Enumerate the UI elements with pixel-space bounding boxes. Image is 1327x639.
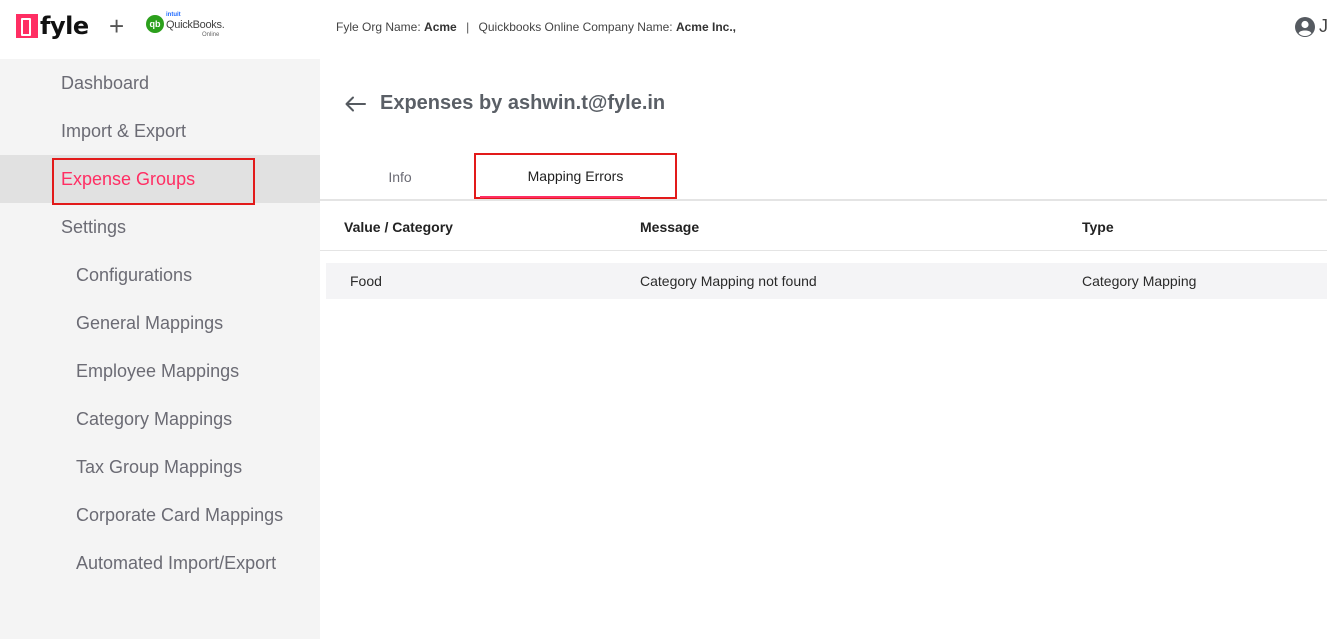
top-header: fyle + qb intuit QuickBooks. Online Fyle… — [0, 0, 1327, 56]
fyle-logo-mark-icon — [16, 14, 38, 38]
tab-mapping-errors[interactable]: Mapping Errors — [474, 153, 677, 199]
tab-label: Info — [388, 169, 412, 185]
quickbooks-logo: qb intuit QuickBooks. Online — [146, 12, 226, 40]
page-title: Expenses by ashwin.t@fyle.in — [380, 92, 666, 114]
sidebar-item-label: Settings — [61, 216, 127, 237]
fyle-logo-text: fyle — [40, 12, 89, 40]
sidebar-item-label: Automated Import/Export — [76, 552, 277, 573]
cell-value-category: Food — [350, 273, 382, 289]
cell-type: Category Mapping — [1082, 273, 1197, 289]
tab-info[interactable]: Info — [360, 153, 440, 201]
column-header-message[interactable]: Message — [640, 219, 699, 235]
sidebar-item-label: Corporate Card Mappings — [76, 504, 284, 525]
sidebar-item-label: Configurations — [76, 264, 193, 285]
user-initial: J — [1319, 16, 1327, 36]
fyle-logo[interactable]: fyle — [16, 13, 89, 39]
tab-bar: Info Mapping Errors — [320, 153, 1327, 201]
sidebar-item-label: General Mappings — [76, 312, 224, 333]
sidebar-item-label: Expense Groups — [61, 168, 196, 189]
arrow-left-icon[interactable] — [344, 96, 366, 112]
org-info: Fyle Org Name: Acme | Quickbooks Online … — [336, 20, 736, 34]
sidebar-item-corporate-card-mappings[interactable]: Corporate Card Mappings — [0, 491, 320, 539]
sidebar-item-label: Dashboard — [61, 72, 150, 93]
sidebar: Dashboard Import & Export Expense Groups… — [0, 59, 320, 639]
main-content: Expenses by ashwin.t@fyle.in Info Mappin… — [320, 56, 1327, 639]
sidebar-item-label: Tax Group Mappings — [76, 456, 243, 477]
page-header: Expenses by ashwin.t@fyle.in — [344, 92, 665, 115]
sidebar-item-employee-mappings[interactable]: Employee Mappings — [0, 347, 320, 395]
quickbooks-badge-icon: qb — [146, 15, 164, 33]
sidebar-item-label: Employee Mappings — [76, 360, 240, 381]
plus-sign: + — [109, 11, 125, 41]
sidebar-item-label: Import & Export — [61, 120, 187, 141]
user-menu[interactable]: J — [1295, 16, 1327, 37]
org-separator: | — [466, 20, 470, 34]
active-tab-indicator — [480, 196, 640, 198]
company-label: Quickbooks Online Company Name: — [478, 20, 673, 34]
org-label: Fyle Org Name: — [336, 20, 421, 34]
sidebar-item-settings[interactable]: Settings — [0, 203, 320, 251]
sidebar-item-configurations[interactable]: Configurations — [0, 251, 320, 299]
sidebar-item-general-mappings[interactable]: General Mappings — [0, 299, 320, 347]
column-header-value-category[interactable]: Value / Category — [344, 219, 453, 235]
table-header: Value / Category Message Type — [320, 203, 1327, 251]
sidebar-item-expense-groups[interactable]: Expense Groups — [0, 155, 320, 205]
company-value: Acme Inc., — [675, 20, 736, 34]
org-value: Acme — [424, 20, 457, 34]
column-header-type[interactable]: Type — [1082, 219, 1114, 235]
sidebar-item-import-export[interactable]: Import & Export — [0, 107, 320, 155]
table-row[interactable]: Food Category Mapping not found Category… — [326, 263, 1327, 299]
sidebar-item-tax-group-mappings[interactable]: Tax Group Mappings — [0, 443, 320, 491]
cell-message: Category Mapping not found — [640, 273, 817, 289]
quickbooks-online-text: Online — [202, 32, 220, 38]
tab-label: Mapping Errors — [527, 168, 624, 184]
quickbooks-intuit-text: intuit — [166, 12, 181, 18]
sidebar-item-automated-import-export[interactable]: Automated Import/Export — [0, 539, 320, 587]
sidebar-item-dashboard[interactable]: Dashboard — [0, 59, 320, 107]
sidebar-item-category-mappings[interactable]: Category Mappings — [0, 395, 320, 443]
sidebar-item-label: Category Mappings — [76, 408, 233, 429]
quickbooks-name-text: QuickBooks. — [166, 19, 225, 31]
user-circle-icon — [1295, 16, 1315, 37]
